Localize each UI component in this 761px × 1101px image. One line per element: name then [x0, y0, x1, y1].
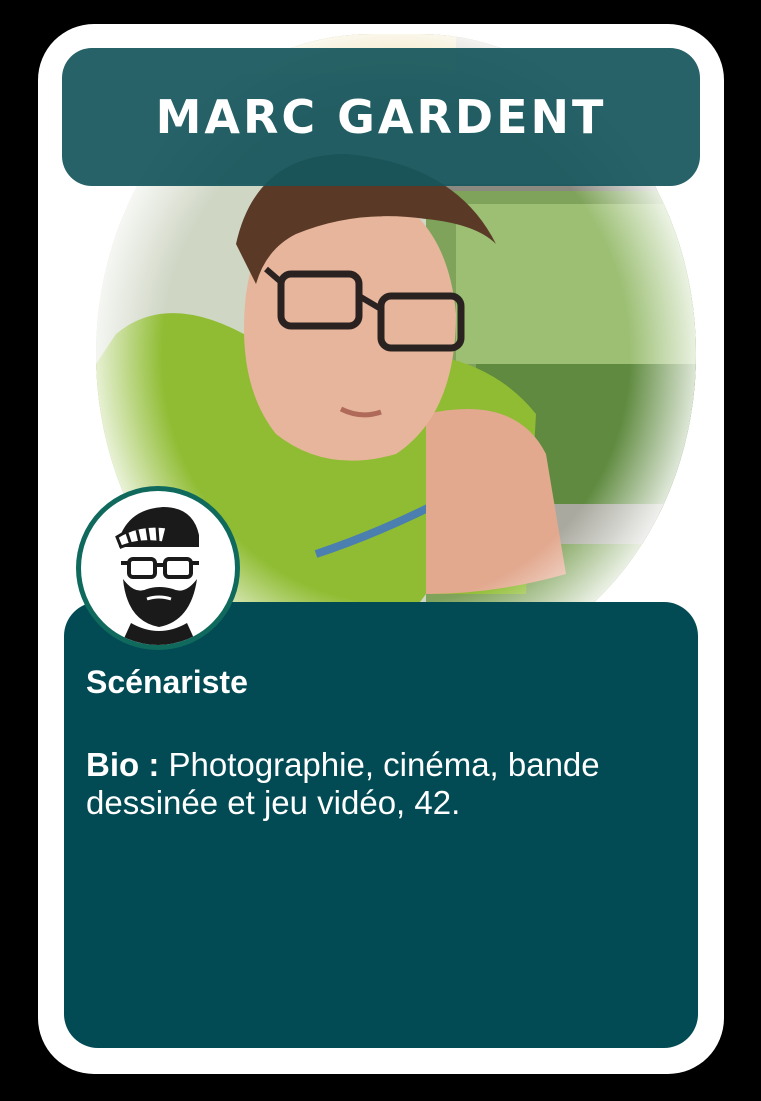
person-name: MARC GARDENT: [155, 90, 607, 144]
profile-card: MARC GARDENT Scénariste Bio : Photograph…: [38, 24, 724, 1074]
bio-label: Bio :: [86, 746, 160, 783]
avatar-badge: [76, 486, 240, 650]
bearded-man-cap-glasses-icon: [115, 507, 199, 645]
role-label: Scénariste: [86, 664, 248, 700]
name-banner: MARC GARDENT: [62, 48, 700, 186]
bio-text: Bio : Photographie, cinéma, bande dessin…: [86, 746, 676, 822]
info-panel: Scénariste Bio : Photographie, cinéma, b…: [64, 602, 698, 1048]
bio-value: Photographie, cinéma, bande dessinée et …: [86, 746, 600, 821]
